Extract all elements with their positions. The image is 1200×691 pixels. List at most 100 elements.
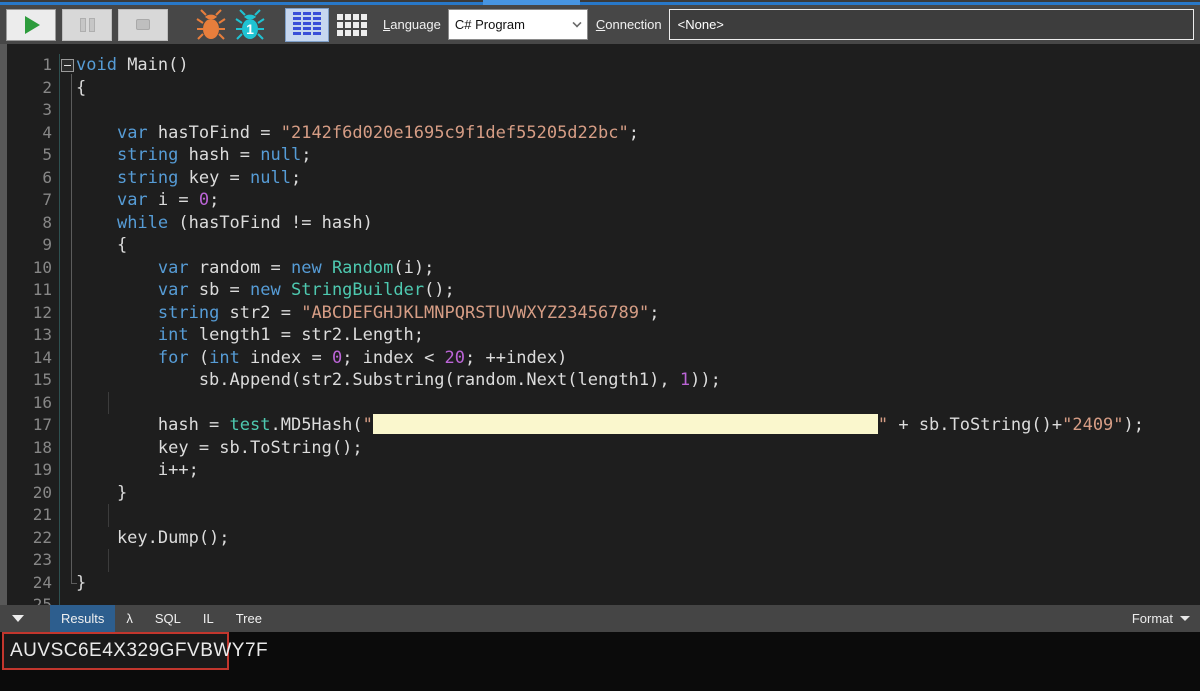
code-line[interactable]: 10 var random = new Random(i); (0, 257, 1200, 280)
code-line[interactable]: 19 i++; (0, 459, 1200, 482)
code-line[interactable]: 11 var sb = new StringBuilder(); (0, 279, 1200, 302)
code-text: hash = test.MD5Hash("" + sb.ToString()+"… (76, 414, 1144, 437)
code-text: } (76, 572, 86, 595)
language-select[interactable]: C# Program (448, 9, 588, 40)
line-number: 22 (8, 527, 60, 550)
fold-margin (60, 347, 76, 370)
fold-margin (60, 504, 76, 527)
code-text: string hash = null; (76, 144, 311, 167)
code-line[interactable]: 9 { (0, 234, 1200, 257)
fold-margin (60, 99, 76, 122)
play-icon (25, 16, 40, 34)
data-grid-results-button[interactable] (332, 8, 372, 42)
code-line[interactable]: 4 var hasToFind = "2142f6d020e1695c9f1de… (0, 122, 1200, 145)
main-toolbar: 1 Language (0, 5, 1200, 44)
chevron-down-icon (572, 18, 581, 27)
fold-margin (60, 459, 76, 482)
code-line[interactable]: 15 sb.Append(str2.Substring(random.Next(… (0, 369, 1200, 392)
code-text: key = sb.ToString(); (76, 437, 363, 460)
redacted-string-highlight (373, 414, 878, 434)
rich-text-results-icon (293, 12, 321, 37)
tab-results[interactable]: Results (50, 605, 115, 632)
bottom-tabs: ResultsλSQLILTree (50, 605, 273, 632)
code-line[interactable]: 17 hash = test.MD5Hash("" + sb.ToString(… (0, 414, 1200, 437)
code-line[interactable]: 2{ (0, 77, 1200, 100)
line-number: 1 (8, 54, 60, 77)
tab-tree[interactable]: Tree (225, 605, 273, 632)
debug-step-button[interactable]: 1 (233, 7, 267, 43)
code-text: for (int index = 0; index < 20; ++index) (76, 347, 567, 370)
line-number: 23 (8, 549, 60, 572)
connection-select[interactable]: <None> (669, 9, 1194, 40)
code-text: string key = null; (76, 167, 301, 190)
language-value: C# Program (455, 17, 573, 32)
language-label: Language (383, 17, 441, 32)
fold-margin (60, 279, 76, 302)
line-number: 3 (8, 99, 60, 122)
code-line[interactable]: 6 string key = null; (0, 167, 1200, 190)
code-line[interactable]: 25 (0, 594, 1200, 605)
line-number: 11 (8, 279, 60, 302)
line-number: 2 (8, 77, 60, 100)
code-line[interactable]: 24} (0, 572, 1200, 595)
code-line[interactable]: 20 } (0, 482, 1200, 505)
code-line[interactable]: 18 key = sb.ToString(); (0, 437, 1200, 460)
fold-margin (60, 437, 76, 460)
line-number: 4 (8, 122, 60, 145)
code-line[interactable]: 1 void Main() (0, 54, 1200, 77)
code-text: string str2 = "ABCDEFGHJKLMNPQRSTUVWXYZ2… (76, 302, 659, 325)
line-number: 8 (8, 212, 60, 235)
code-line[interactable]: 22 key.Dump(); (0, 527, 1200, 550)
fold-line (71, 74, 72, 583)
tab-strip-line (0, 2, 1200, 5)
query-tab-strip (0, 0, 1200, 5)
result-highlight-box: AUVSC6E4X329GFVBWY7F (2, 632, 229, 670)
fold-margin (60, 594, 76, 605)
code-line[interactable]: 13 int length1 = str2.Length; (0, 324, 1200, 347)
format-dropdown[interactable]: Format (1132, 611, 1190, 626)
fold-collapse-icon[interactable] (61, 59, 74, 72)
code-line[interactable]: 8 while (hasToFind != hash) (0, 212, 1200, 235)
line-number: 9 (8, 234, 60, 257)
code-text: key.Dump(); (76, 527, 230, 550)
code-line[interactable]: 21 (0, 504, 1200, 527)
code-text: while (hasToFind != hash) (76, 212, 373, 235)
stop-button[interactable] (118, 9, 168, 41)
debug-button[interactable] (194, 7, 228, 43)
code-text: } (76, 482, 127, 505)
code-text: var random = new Random(i); (76, 257, 434, 280)
fold-margin (60, 302, 76, 325)
collapse-results-icon[interactable] (12, 615, 24, 622)
tab-il[interactable]: IL (192, 605, 225, 632)
code-line[interactable]: 14 for (int index = 0; index < 20; ++ind… (0, 347, 1200, 370)
rich-text-results-button[interactable] (285, 8, 329, 42)
code-line[interactable]: 3 (0, 99, 1200, 122)
pause-button[interactable] (62, 9, 112, 41)
fold-margin (60, 482, 76, 505)
code-lines: 1void Main()2{34 var hasToFind = "2142f6… (0, 54, 1200, 605)
indent-guide (108, 504, 109, 527)
code-text: void Main() (76, 54, 189, 77)
line-number: 7 (8, 189, 60, 212)
fold-line-corner (71, 583, 77, 584)
line-number: 25 (8, 594, 60, 605)
run-button[interactable] (6, 9, 56, 41)
code-line[interactable]: 5 string hash = null; (0, 144, 1200, 167)
code-text: { (76, 234, 127, 257)
fold-margin (60, 77, 76, 100)
code-line[interactable]: 16 (0, 392, 1200, 415)
code-line[interactable]: 7 var i = 0; (0, 189, 1200, 212)
code-text: { (76, 77, 86, 100)
code-line[interactable]: 12 string str2 = "ABCDEFGHJKLMNPQRSTUVWX… (0, 302, 1200, 325)
fold-margin (60, 212, 76, 235)
code-line[interactable]: 23 (0, 549, 1200, 572)
fold-margin (60, 54, 76, 77)
fold-margin (60, 369, 76, 392)
fold-margin (60, 167, 76, 190)
result-value: AUVSC6E4X329GFVBWY7F (10, 640, 268, 662)
tab-lambda[interactable]: λ (115, 605, 144, 632)
code-editor[interactable]: 1void Main()2{34 var hasToFind = "2142f6… (0, 44, 1200, 605)
indent-guide (108, 549, 109, 572)
tab-sql[interactable]: SQL (144, 605, 192, 632)
line-number: 19 (8, 459, 60, 482)
